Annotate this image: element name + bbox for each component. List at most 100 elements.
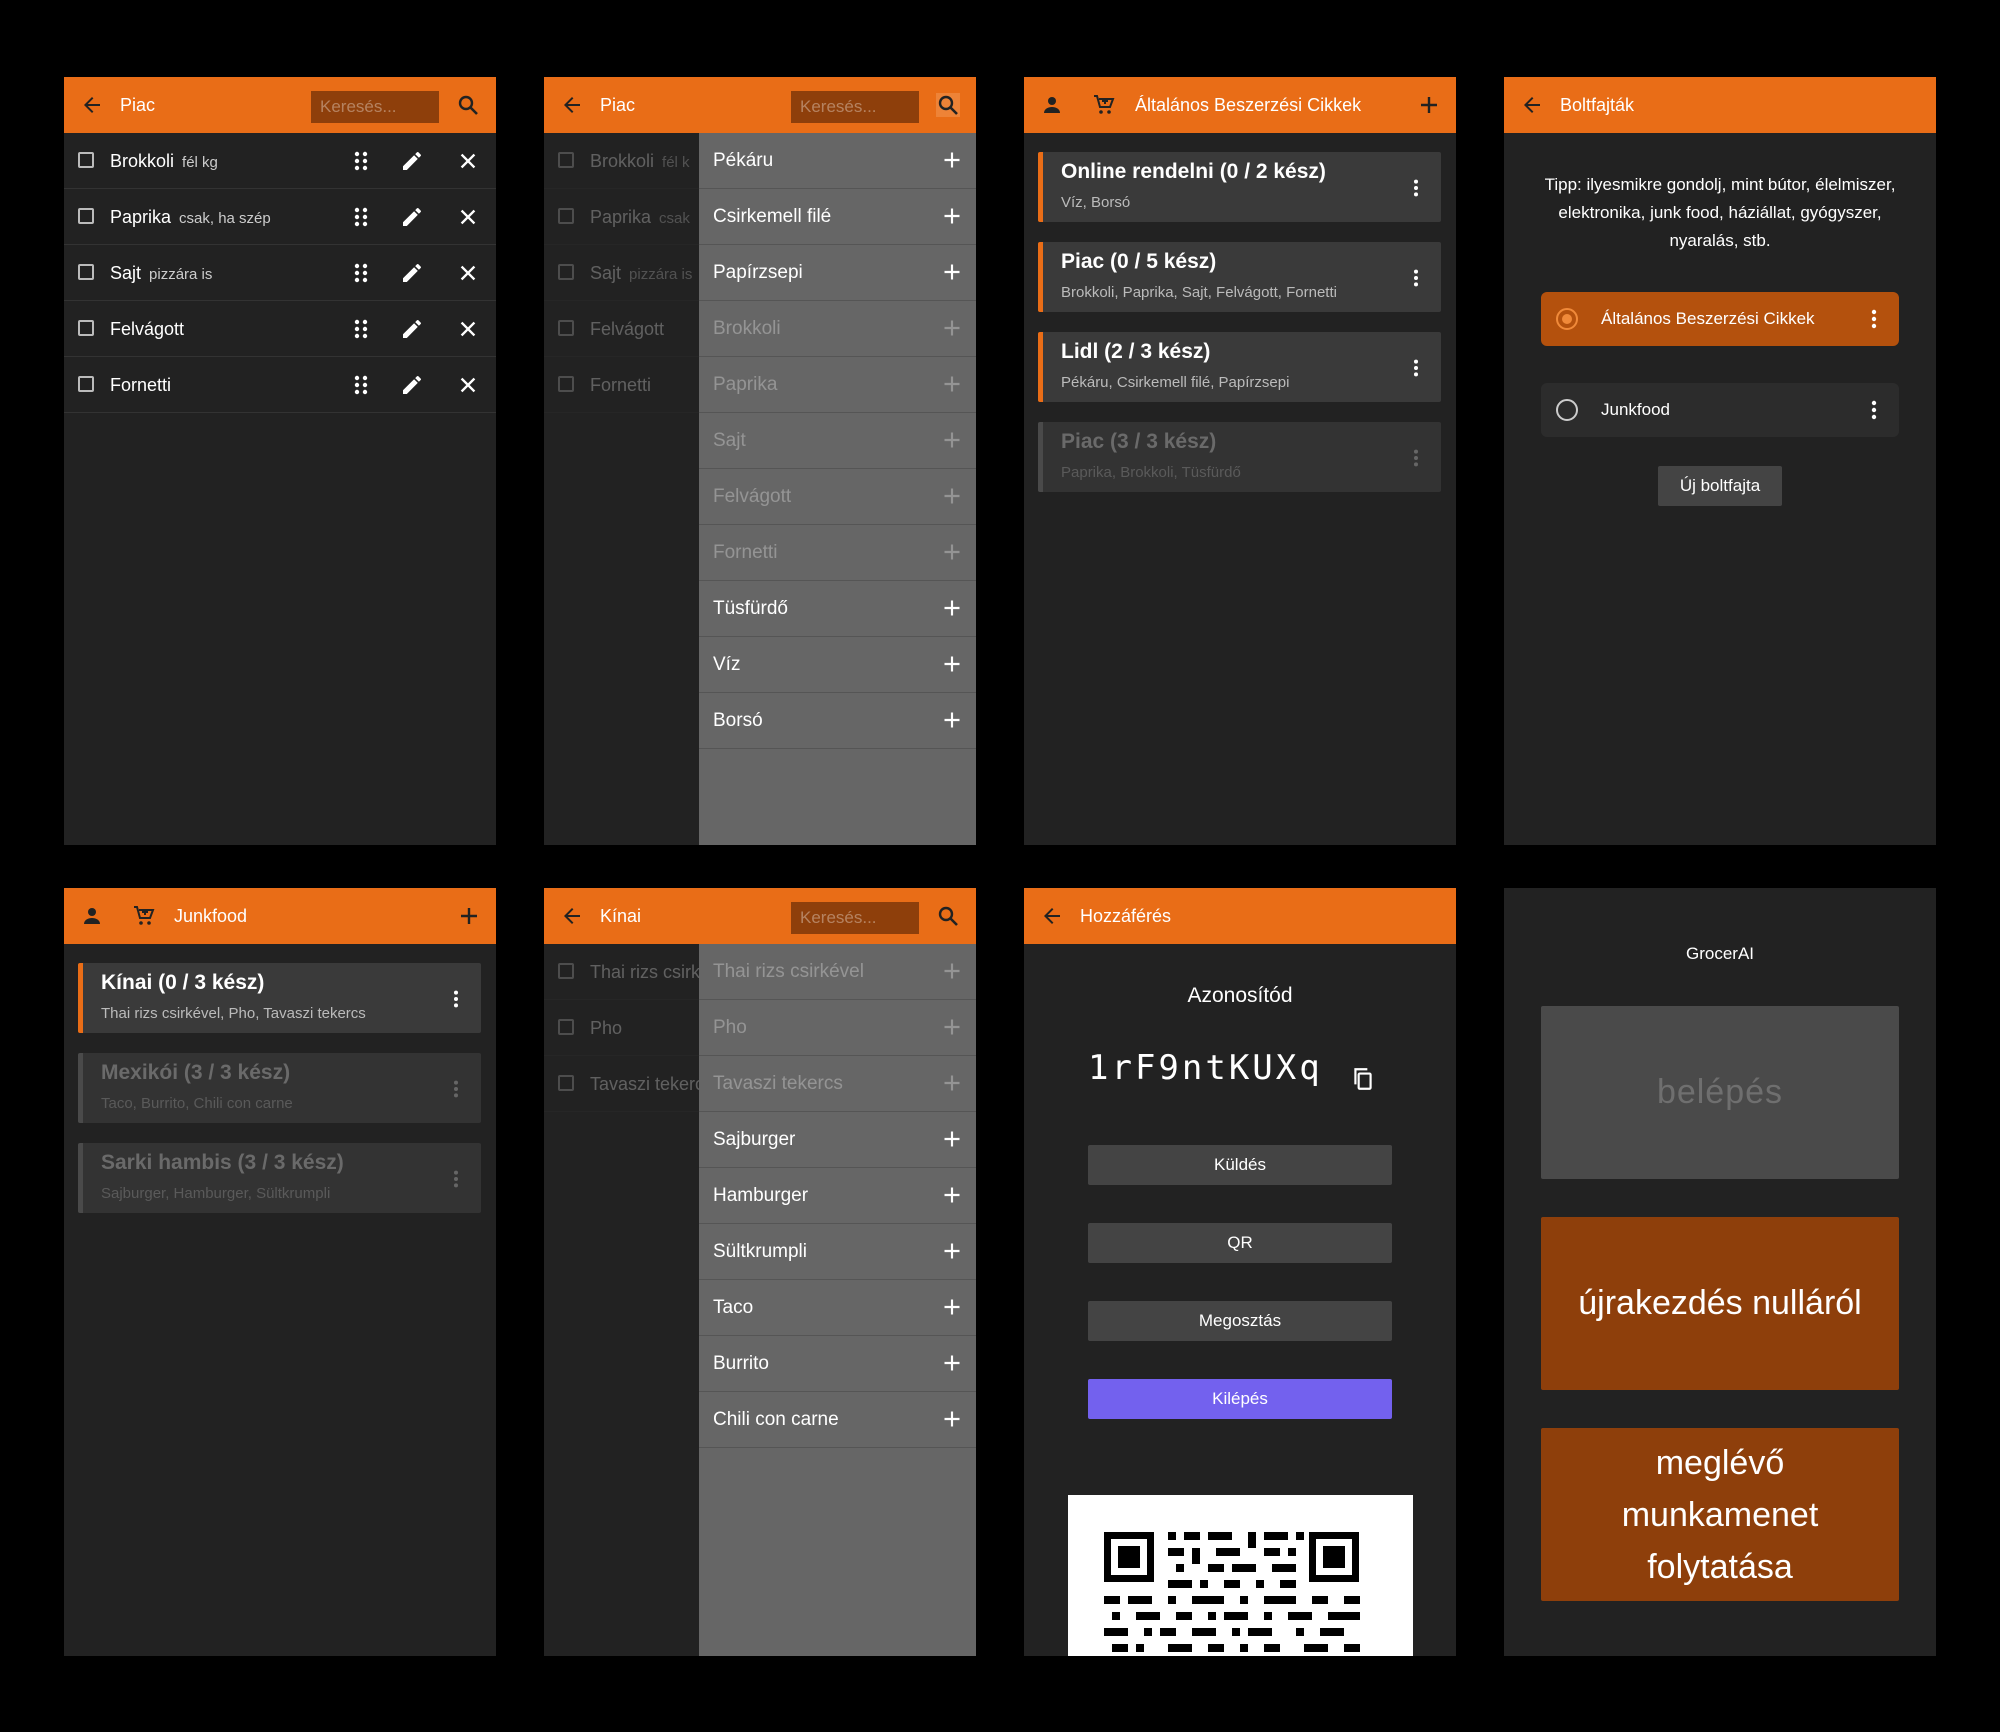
continue-session-button[interactable]: meglévő munkamenet folytatása	[1541, 1428, 1899, 1601]
close-icon[interactable]	[457, 262, 479, 284]
drawer-item[interactable]: Sültkrumpli	[699, 1224, 976, 1280]
more-vert-icon[interactable]	[1871, 307, 1877, 331]
edit-icon[interactable]	[400, 149, 424, 173]
back-arrow-icon[interactable]	[1040, 904, 1064, 928]
radio-unchecked-icon[interactable]	[1556, 399, 1578, 421]
drawer-item[interactable]: Papírzsepi	[699, 245, 976, 301]
checkbox[interactable]	[78, 376, 94, 392]
checkbox[interactable]	[558, 264, 574, 280]
share-button[interactable]: Megosztás	[1088, 1301, 1392, 1341]
drag-handle-icon[interactable]	[354, 375, 368, 395]
drag-handle-icon[interactable]	[354, 319, 368, 339]
search-input[interactable]: Keresés...	[791, 902, 919, 934]
shop-card[interactable]: Piac (0 / 5 kész) Brokkoli, Paprika, Sajt…	[1038, 242, 1441, 312]
shop-type-item[interactable]: Junkfood	[1541, 383, 1899, 437]
shop-card[interactable]: Mexikói (3 / 3 kész) Taco, Burrito, Chili…	[78, 1053, 481, 1123]
drag-handle-icon[interactable]	[354, 263, 368, 283]
add-icon[interactable]	[942, 654, 962, 674]
add-icon[interactable]	[942, 1297, 962, 1317]
logout-button[interactable]: Kilépés	[1088, 1379, 1392, 1419]
drawer-item[interactable]: Chili con carne	[699, 1392, 976, 1448]
edit-icon[interactable]	[400, 373, 424, 397]
more-vert-icon[interactable]	[453, 988, 459, 1010]
close-icon[interactable]	[457, 150, 479, 172]
drawer-item[interactable]: Taco	[699, 1280, 976, 1336]
back-arrow-icon[interactable]	[560, 93, 584, 117]
shop-card[interactable]: Sarki hambis (3 / 3 kész) Sajburger, Hamb…	[78, 1143, 481, 1213]
edit-icon[interactable]	[400, 317, 424, 341]
search-icon[interactable]	[936, 93, 960, 117]
restart-button[interactable]: újrakezdés nulláról	[1541, 1217, 1899, 1390]
back-arrow-icon[interactable]	[80, 93, 104, 117]
shop-type-selected[interactable]: Általános Beszerzési Cikkek	[1541, 292, 1899, 346]
add-icon[interactable]	[942, 262, 962, 282]
list-item[interactable]: Felvágott	[64, 301, 496, 357]
shop-card[interactable]: Kínai (0 / 3 kész) Thai rizs csirkével, P…	[78, 963, 481, 1033]
drawer-item[interactable]: Pékáru	[699, 133, 976, 189]
add-icon[interactable]	[942, 598, 962, 618]
drawer-item[interactable]: Hamburger	[699, 1168, 976, 1224]
checkbox[interactable]	[558, 152, 574, 168]
drag-handle-icon[interactable]	[354, 207, 368, 227]
add-icon[interactable]	[942, 206, 962, 226]
add-icon[interactable]	[1417, 93, 1441, 117]
more-vert-icon[interactable]	[453, 1168, 459, 1190]
shop-card[interactable]: Online rendelni (0 / 2 kész) Víz, Borsó	[1038, 152, 1441, 222]
checkbox[interactable]	[78, 152, 94, 168]
checkbox[interactable]	[558, 963, 574, 979]
drag-handle-icon[interactable]	[354, 151, 368, 171]
shop-card[interactable]: Piac (3 / 3 kész) Paprika, Brokkoli, Tüsf…	[1038, 422, 1441, 492]
add-icon[interactable]	[942, 1409, 962, 1429]
edit-icon[interactable]	[400, 261, 424, 285]
close-icon[interactable]	[457, 374, 479, 396]
login-button[interactable]: belépés	[1541, 1006, 1899, 1179]
more-vert-icon[interactable]	[1871, 398, 1877, 422]
drawer-item[interactable]: Csirkemell filé	[699, 189, 976, 245]
close-icon[interactable]	[457, 318, 479, 340]
add-icon[interactable]	[942, 150, 962, 170]
copy-icon[interactable]	[1350, 1066, 1376, 1092]
drawer-item[interactable]: Víz	[699, 637, 976, 693]
list-item[interactable]: Paprika csak, ha szép	[64, 189, 496, 245]
checkbox[interactable]	[558, 1075, 574, 1091]
search-icon[interactable]	[456, 93, 480, 117]
checkbox[interactable]	[78, 320, 94, 336]
back-arrow-icon[interactable]	[1520, 93, 1544, 117]
add-icon[interactable]	[942, 1129, 962, 1149]
list-item[interactable]: Brokkoli fél kg	[64, 133, 496, 189]
checkbox[interactable]	[558, 208, 574, 224]
qr-button[interactable]: QR	[1088, 1223, 1392, 1263]
cart-add-icon[interactable]	[132, 904, 156, 928]
account-icon[interactable]	[80, 904, 104, 928]
search-icon[interactable]	[936, 904, 960, 928]
more-vert-icon[interactable]	[1413, 267, 1419, 289]
add-icon[interactable]	[942, 710, 962, 730]
send-button[interactable]: Küldés	[1088, 1145, 1392, 1185]
radio-checked-icon[interactable]	[1556, 308, 1578, 330]
drawer-item[interactable]: Borsó	[699, 693, 976, 749]
checkbox[interactable]	[558, 376, 574, 392]
drawer-item[interactable]: Burrito	[699, 1336, 976, 1392]
shop-card[interactable]: Lidl (2 / 3 kész) Pékáru, Csirkemell filé…	[1038, 332, 1441, 402]
more-vert-icon[interactable]	[1413, 447, 1419, 469]
checkbox[interactable]	[558, 1019, 574, 1035]
checkbox[interactable]	[78, 264, 94, 280]
new-shop-type-button[interactable]: Új boltfajta	[1658, 466, 1782, 506]
more-vert-icon[interactable]	[453, 1078, 459, 1100]
cart-add-icon[interactable]	[1092, 93, 1116, 117]
search-input[interactable]: Keresés...	[791, 91, 919, 123]
list-item[interactable]: Fornetti	[64, 357, 496, 413]
search-input[interactable]: Keresés...	[311, 91, 439, 123]
more-vert-icon[interactable]	[1413, 177, 1419, 199]
add-icon[interactable]	[457, 904, 481, 928]
more-vert-icon[interactable]	[1413, 357, 1419, 379]
close-icon[interactable]	[457, 206, 479, 228]
checkbox[interactable]	[78, 208, 94, 224]
account-icon[interactable]	[1040, 93, 1064, 117]
list-item[interactable]: Sajt pizzára is	[64, 245, 496, 301]
edit-icon[interactable]	[400, 205, 424, 229]
drawer-item[interactable]: Tüsfürdő	[699, 581, 976, 637]
add-icon[interactable]	[942, 1241, 962, 1261]
back-arrow-icon[interactable]	[560, 904, 584, 928]
add-icon[interactable]	[942, 1185, 962, 1205]
